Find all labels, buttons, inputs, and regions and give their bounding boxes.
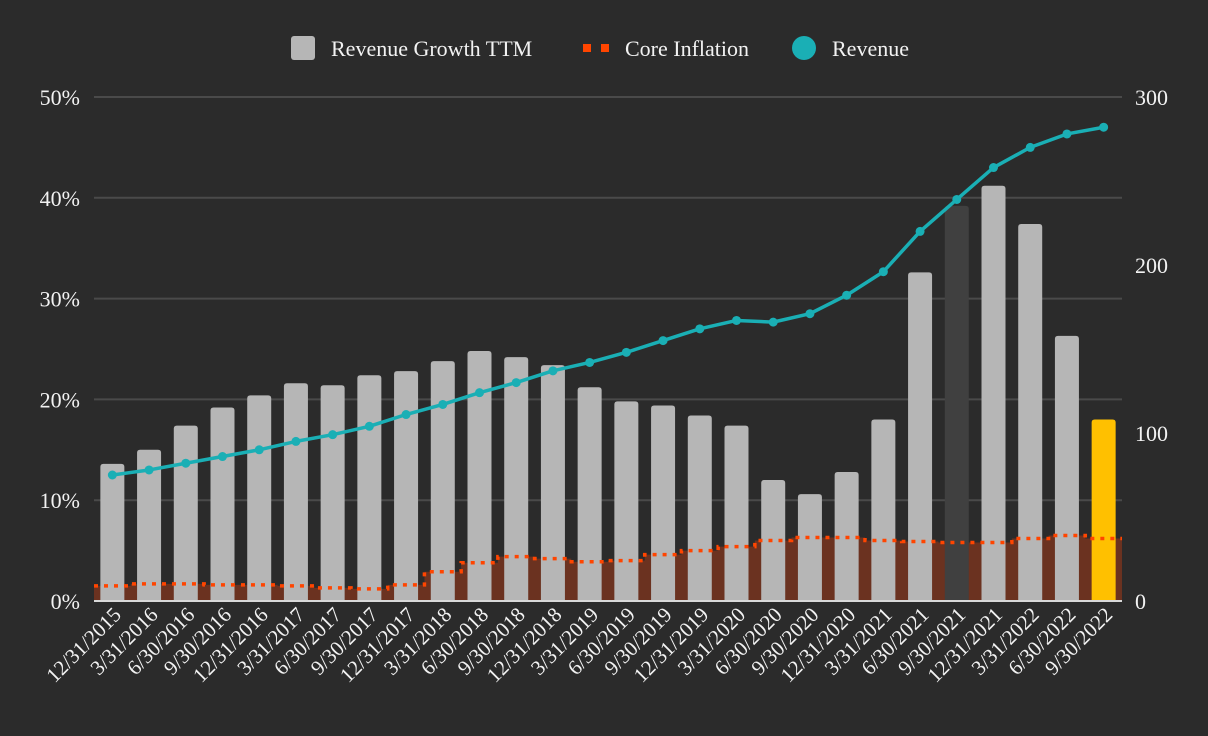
bar-revenue-growth[interactable] <box>320 385 345 601</box>
revenue-point[interactable] <box>218 452 227 462</box>
bar-revenue-growth[interactable] <box>283 383 308 601</box>
legend-swatch-dot-icon <box>601 44 609 52</box>
revenue-point[interactable] <box>1099 122 1109 132</box>
legend-swatch-bar-icon <box>291 36 315 60</box>
revenue-point[interactable] <box>842 290 852 300</box>
bar-revenue-growth[interactable] <box>100 463 125 601</box>
bar-revenue-growth[interactable] <box>357 375 382 601</box>
bar-revenue-growth[interactable] <box>797 494 822 601</box>
revenue-point[interactable] <box>1025 142 1035 152</box>
revenue-point[interactable] <box>291 436 301 446</box>
bar-revenue-growth[interactable] <box>430 361 455 601</box>
revenue-point[interactable] <box>658 336 668 346</box>
revenue-point[interactable] <box>878 267 888 277</box>
revenue-point[interactable] <box>364 421 374 431</box>
revenue-point[interactable] <box>695 324 705 334</box>
bar-revenue-growth[interactable] <box>504 357 529 601</box>
bar-revenue-growth[interactable] <box>577 387 602 601</box>
revenue-point[interactable] <box>732 315 741 325</box>
revenue-point[interactable] <box>181 458 191 468</box>
bar-revenue-growth[interactable] <box>1091 419 1116 601</box>
bar-revenue-growth[interactable] <box>394 371 419 601</box>
bar-revenue-growth[interactable] <box>1018 224 1043 601</box>
y2-tick-label: 200 <box>1135 253 1168 278</box>
y-tick-label: 40% <box>40 186 80 211</box>
revenue-point[interactable] <box>585 357 595 367</box>
y2-tick-label: 0 <box>1135 589 1146 614</box>
y2-tick-label: 300 <box>1135 85 1168 110</box>
revenue-point[interactable] <box>805 309 815 319</box>
legend-swatch-dot-icon <box>583 44 591 52</box>
revenue-point[interactable] <box>144 465 154 475</box>
y-tick-label: 20% <box>40 387 80 412</box>
revenue-point[interactable] <box>548 366 558 376</box>
revenue-point[interactable] <box>475 388 484 398</box>
legend-swatch-circle-icon <box>792 36 816 60</box>
revenue-point[interactable] <box>401 410 411 420</box>
y-tick-label: 0% <box>51 589 80 614</box>
bar-revenue-growth[interactable] <box>247 395 272 601</box>
revenue-point[interactable] <box>621 347 631 357</box>
bar-revenue-growth[interactable] <box>871 419 896 601</box>
bar-revenue-growth[interactable] <box>540 365 565 601</box>
y-tick-label: 30% <box>40 287 80 312</box>
chart: Revenue Growth TTM Core Inflation Revenu… <box>0 0 1208 736</box>
revenue-point[interactable] <box>328 430 338 440</box>
legend-label: Revenue <box>832 36 909 61</box>
revenue-point[interactable] <box>989 163 998 173</box>
bar-revenue-growth[interactable] <box>908 272 933 601</box>
bar-revenue-growth[interactable] <box>944 205 969 601</box>
revenue-point[interactable] <box>952 194 962 204</box>
y-tick-label: 10% <box>40 488 80 513</box>
legend-label: Core Inflation <box>625 36 749 61</box>
legend-label: Revenue Growth TTM <box>331 36 532 61</box>
bar-revenue-growth[interactable] <box>724 425 749 601</box>
bar-revenue-growth[interactable] <box>614 401 639 601</box>
y2-tick-label: 100 <box>1135 421 1168 446</box>
revenue-point[interactable] <box>438 399 448 409</box>
bar-revenue-growth[interactable] <box>687 415 712 601</box>
bar-revenue-growth[interactable] <box>173 425 198 601</box>
legend-item-revenue[interactable]: Revenue <box>792 36 909 61</box>
bar-revenue-growth[interactable] <box>1054 335 1079 601</box>
revenue-point[interactable] <box>107 470 117 480</box>
bar-revenue-growth[interactable] <box>651 405 676 601</box>
revenue-point[interactable] <box>1062 129 1072 139</box>
revenue-point[interactable] <box>511 378 521 388</box>
bar-revenue-growth[interactable] <box>981 185 1006 602</box>
revenue-point[interactable] <box>768 317 778 327</box>
revenue-point[interactable] <box>254 445 264 455</box>
y-tick-label: 50% <box>40 85 80 110</box>
revenue-point[interactable] <box>915 226 925 236</box>
bar-revenue-growth[interactable] <box>210 407 235 601</box>
